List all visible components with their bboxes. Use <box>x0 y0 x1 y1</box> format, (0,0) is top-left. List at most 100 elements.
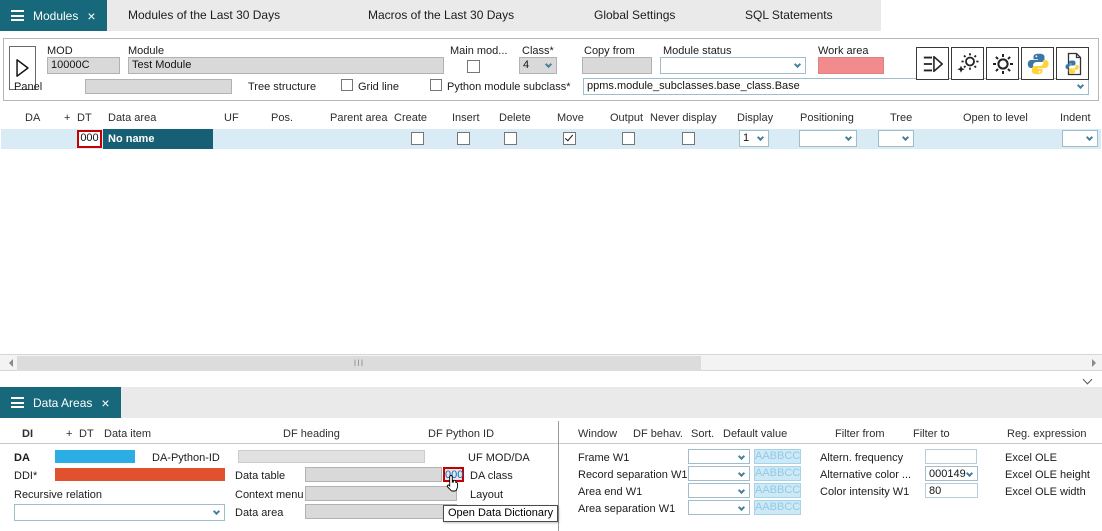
color-intensity-w1-label: Color intensity W1 <box>820 486 909 499</box>
col-filter-from: Filter from <box>835 428 885 440</box>
data-area-input[interactable] <box>305 504 457 519</box>
row-delete-checkbox[interactable] <box>504 132 517 145</box>
da-label: DA <box>14 452 30 465</box>
gear-macro-icon <box>956 52 980 76</box>
tab-modules[interactable]: Modules × <box>0 0 107 31</box>
context-menu-input[interactable] <box>305 486 457 501</box>
col-data-item: Data item <box>104 428 151 440</box>
da-python-id-input[interactable] <box>238 450 425 463</box>
tab-global-settings[interactable]: Global Settings <box>594 0 675 31</box>
gear-icon <box>991 52 1015 76</box>
col-create: Create <box>394 112 427 124</box>
context-menu-label: Context menu <box>235 489 303 502</box>
row-output-checkbox[interactable] <box>622 132 635 145</box>
alternative-color-dropdown[interactable]: 000149 <box>925 466 978 481</box>
row-indent-dropdown[interactable] <box>1062 130 1098 147</box>
frame-w1-dropdown[interactable] <box>688 449 750 464</box>
col-df-python-id: DF Python ID <box>428 428 494 440</box>
scrollbar-thumb[interactable]: III <box>17 356 701 371</box>
run-sequence-icon <box>922 53 944 75</box>
chevron-down-icon <box>1077 82 1084 89</box>
scroll-left-button[interactable] <box>0 355 17 372</box>
class-dropdown[interactable]: 4 <box>519 57 557 74</box>
row-dt-cell[interactable]: 000 <box>77 130 102 148</box>
recursive-relation-dropdown[interactable] <box>14 504 225 521</box>
chevron-down-icon <box>738 504 745 511</box>
row-positioning-dropdown[interactable] <box>799 130 857 147</box>
collapse-panel-chevron-icon[interactable] <box>1083 375 1093 385</box>
col-sort: Sort. <box>691 428 714 440</box>
da-python-id-label: DA-Python-ID <box>152 452 220 465</box>
col-add[interactable]: + <box>64 112 70 124</box>
tooltip: Open Data Dictionary <box>443 505 558 522</box>
chevron-down-icon <box>845 134 852 141</box>
col-di: DI <box>22 428 33 440</box>
arrow-right-icon <box>1092 359 1100 367</box>
color-intensity-w1-input[interactable]: 80 <box>925 483 978 498</box>
python-subclass-checkbox[interactable] <box>430 79 442 91</box>
chevron-down-icon <box>738 453 745 460</box>
area-end-w1-color-swatch[interactable]: AABBCC <box>754 483 801 498</box>
area-end-w1-label: Area end W1 <box>578 486 642 499</box>
col-indent: Indent <box>1060 112 1091 124</box>
main-module-checkbox[interactable] <box>467 60 480 73</box>
chevron-down-icon <box>545 61 552 68</box>
col-open-to-level: Open to level <box>963 112 1028 124</box>
area-separation-w1-color-swatch[interactable]: AABBCC <box>754 500 801 515</box>
work-area-field[interactable] <box>818 57 884 74</box>
module-status-dropdown[interactable] <box>660 57 806 74</box>
python-button[interactable] <box>1021 47 1054 80</box>
area-separation-w1-dropdown[interactable] <box>688 500 750 515</box>
row-create-checkbox[interactable] <box>411 132 424 145</box>
settings-button[interactable] <box>986 47 1019 80</box>
close-tab-icon[interactable]: × <box>101 396 109 410</box>
ddi-value-field[interactable] <box>55 468 225 481</box>
data-area-grid-header: DA + DT Data area UF Pos. Parent area Cr… <box>0 112 1102 128</box>
row-data-area-cell[interactable]: No name <box>103 129 213 149</box>
area-end-w1-dropdown[interactable] <box>688 483 750 498</box>
col-da: DA <box>25 112 40 124</box>
col-tree: Tree <box>890 112 912 124</box>
play-icon <box>15 58 30 78</box>
ddi-label: DDI* <box>14 470 37 483</box>
row-display-dropdown[interactable]: 1 <box>739 130 769 147</box>
record-separation-w1-dropdown[interactable] <box>688 466 750 481</box>
col-display: Display <box>737 112 773 124</box>
panel-input[interactable] <box>85 79 232 94</box>
module-input[interactable]: Test Module <box>128 57 444 74</box>
da-value-field[interactable] <box>55 450 135 463</box>
python-module-icon <box>1061 52 1085 76</box>
hamburger-menu-icon[interactable] <box>11 10 24 21</box>
tab-macros-last-30-days[interactable]: Macros of the Last 30 Days <box>368 0 514 31</box>
mod-input[interactable]: 10000C <box>47 57 120 74</box>
data-table-input[interactable] <box>305 467 442 482</box>
horizontal-scrollbar[interactable]: III <box>0 354 1102 371</box>
scroll-right-button[interactable] <box>1085 355 1102 372</box>
col-data-area: Data area <box>108 112 156 124</box>
row-never-display-checkbox[interactable] <box>682 132 695 145</box>
altern-frequency-label: Altern. frequency <box>820 452 903 465</box>
bottom-tab-bar: Data Areas × <box>0 387 1102 418</box>
python-module-button[interactable] <box>1056 47 1089 80</box>
excel-ole-width-label: Excel OLE width <box>1005 486 1086 499</box>
tab-data-areas[interactable]: Data Areas × <box>0 387 121 418</box>
record-separation-w1-color-swatch[interactable]: AABBCC <box>754 466 801 481</box>
tab-modules-last-30-days[interactable]: Modules of the Last 30 Days <box>128 0 280 31</box>
python-subclass-dropdown[interactable]: ppms.module_subclasses.base_class.Base <box>583 78 1089 95</box>
hamburger-menu-icon[interactable] <box>11 397 24 408</box>
altern-frequency-input[interactable] <box>925 449 977 464</box>
close-tab-icon[interactable]: × <box>87 9 95 23</box>
row-insert-checkbox[interactable] <box>457 132 470 145</box>
col-add[interactable]: + <box>66 428 72 440</box>
tab-sql-statements[interactable]: SQL Statements <box>745 0 833 31</box>
row-tree-dropdown[interactable] <box>878 130 914 147</box>
recursive-relation-label: Recursive relation <box>14 489 102 502</box>
run-sequence-button[interactable] <box>916 47 949 80</box>
copy-from-input[interactable] <box>582 57 652 74</box>
row-move-checkbox[interactable] <box>563 132 576 145</box>
frame-w1-color-swatch[interactable]: AABBCC <box>754 449 801 464</box>
gear-macro-button[interactable] <box>951 47 984 80</box>
data-area-row[interactable]: 000 No name 1 <box>1 129 1101 149</box>
col-df-behav: DF behav. <box>633 428 683 440</box>
grid-line-checkbox[interactable] <box>341 79 353 91</box>
